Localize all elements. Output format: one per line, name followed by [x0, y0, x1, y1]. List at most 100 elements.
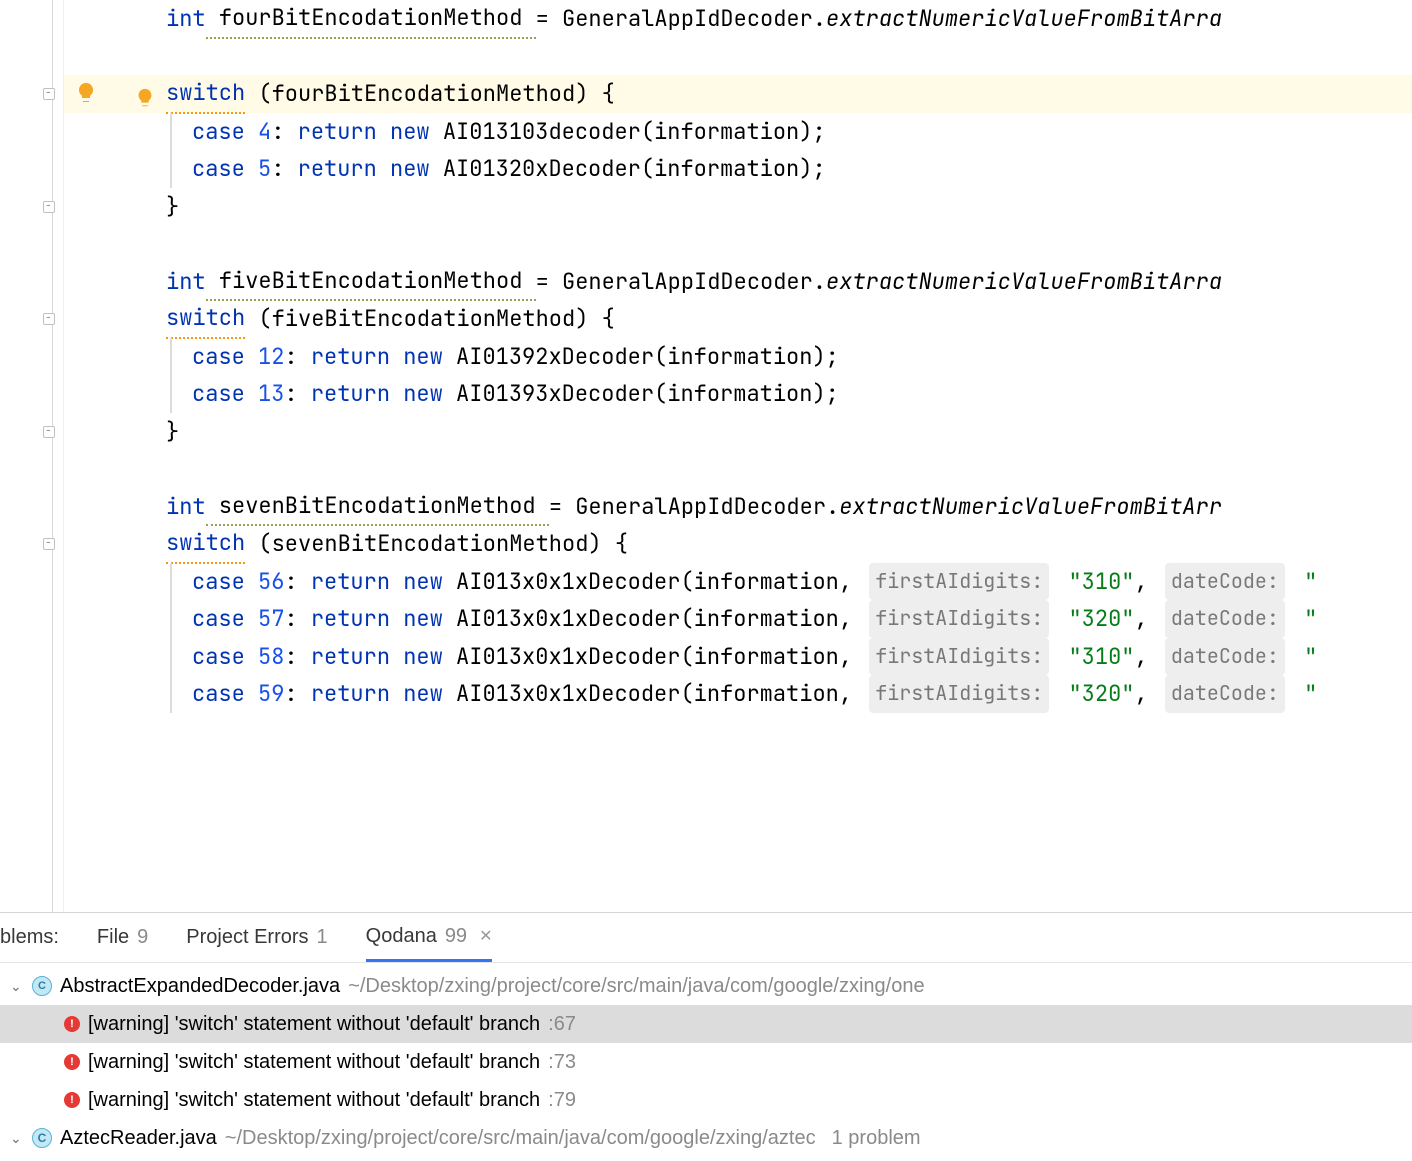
- code-line[interactable]: case 58: return new AI013x0x1xDecoder(in…: [64, 638, 1412, 676]
- code-line[interactable]: switch (sevenBitEncodationMethod) {: [64, 525, 1412, 563]
- fold-toggle-icon[interactable]: [40, 310, 58, 328]
- tab-label: Project Errors: [186, 926, 308, 949]
- code-editor[interactable]: int fourBitEncodationMethod = GeneralApp…: [0, 0, 1412, 912]
- chevron-down-icon[interactable]: ⌄: [10, 1130, 24, 1147]
- problems-panel: blems: File9Project Errors1Qodana99✕ ⌄CA…: [0, 912, 1412, 1161]
- code-token: fourBitEncodationMethod: [272, 75, 576, 113]
- code-line[interactable]: [64, 38, 1412, 76]
- code-line[interactable]: case 13: return new AI01393xDecoder(info…: [64, 375, 1412, 413]
- problems-tab-file[interactable]: File 9: [97, 913, 148, 962]
- code-token: AI01393xDecoder: [443, 375, 654, 413]
- java-class-icon: C: [32, 976, 52, 996]
- problems-tab-project-errors[interactable]: Project Errors1: [186, 913, 327, 962]
- tab-label: File: [97, 926, 129, 949]
- code-token: return: [311, 638, 390, 676]
- code-token: return: [298, 113, 377, 151]
- problems-warning-row[interactable]: ! [warning] 'switch' statement without 'd…: [0, 1081, 1412, 1119]
- code-line[interactable]: int fiveBitEncodationMethod = GeneralApp…: [64, 263, 1412, 301]
- warning-text: [warning] 'switch' statement without 'de…: [88, 1089, 540, 1112]
- problems-file-row[interactable]: ⌄CAbstractExpandedDecoder.java ~/Desktop…: [0, 967, 1412, 1005]
- code-line[interactable]: case 5: return new AI01320xDecoder(infor…: [64, 150, 1412, 188]
- code-token: case: [192, 600, 245, 638]
- code-token: 5: [245, 150, 271, 188]
- code-token: [390, 600, 403, 638]
- warning-line-number: :67: [548, 1013, 576, 1036]
- code-line[interactable]: [64, 225, 1412, 263]
- code-token: .: [826, 488, 839, 526]
- code-token: "310": [1055, 563, 1134, 601]
- code-token: ": [1291, 638, 1317, 676]
- fold-toggle-icon[interactable]: [40, 85, 58, 103]
- code-token: 58: [245, 638, 285, 676]
- code-line[interactable]: int sevenBitEncodationMethod = GeneralAp…: [64, 488, 1412, 526]
- code-token: =: [536, 263, 562, 301]
- code-token: return: [311, 675, 390, 713]
- code-token: :: [284, 600, 310, 638]
- code-token: :: [271, 113, 297, 151]
- file-problem-count: 1 problem: [832, 1127, 921, 1150]
- code-token: new: [403, 338, 443, 376]
- code-token: GeneralAppIdDecoder: [575, 488, 826, 526]
- code-token: "310": [1055, 638, 1134, 676]
- code-token: [390, 638, 403, 676]
- intention-bulb-icon[interactable]: [74, 81, 98, 110]
- code-token: fiveBitEncodationMethod: [272, 300, 576, 338]
- code-line[interactable]: }: [64, 188, 1412, 226]
- code-line[interactable]: switch (fourBitEncodationMethod) {: [64, 75, 1412, 113]
- code-token: case: [192, 338, 245, 376]
- code-token: ) {: [575, 300, 615, 338]
- code-line[interactable]: case 56: return new AI013x0x1xDecoder(in…: [64, 563, 1412, 601]
- chevron-down-icon[interactable]: ⌄: [10, 978, 24, 995]
- code-token: new: [403, 375, 443, 413]
- code-token: return: [311, 600, 390, 638]
- code-area[interactable]: int fourBitEncodationMethod = GeneralApp…: [64, 0, 1412, 912]
- parameter-hint: firstAIdigits:: [869, 675, 1049, 713]
- code-token: =: [549, 488, 575, 526]
- problems-tree[interactable]: ⌄CAbstractExpandedDecoder.java ~/Desktop…: [0, 963, 1412, 1161]
- code-token: case: [192, 150, 245, 188]
- code-token: (information);: [641, 150, 826, 188]
- fold-end-icon[interactable]: [40, 423, 58, 441]
- code-line[interactable]: case 4: return new AI013103decoder(infor…: [64, 113, 1412, 151]
- problems-warning-row[interactable]: ![warning] 'switch' statement without 'd…: [0, 1043, 1412, 1081]
- code-token: return: [311, 563, 390, 601]
- code-token: "320": [1055, 675, 1134, 713]
- problems-warning-row[interactable]: ![warning] 'switch' statement without 'd…: [0, 1005, 1412, 1043]
- code-token: AI013x0x1xDecoder: [443, 563, 681, 601]
- code-line[interactable]: int fourBitEncodationMethod = GeneralApp…: [64, 0, 1412, 38]
- error-icon: !: [64, 1092, 80, 1108]
- parameter-hint: dateCode:: [1165, 638, 1285, 676]
- fold-end-icon[interactable]: [40, 198, 58, 216]
- code-token: fiveBitEncodationMethod: [206, 262, 536, 302]
- code-token: int: [166, 488, 206, 526]
- code-line[interactable]: }: [64, 413, 1412, 451]
- code-token: :: [284, 338, 310, 376]
- code-token: GeneralAppIdDecoder: [562, 263, 813, 301]
- code-token: new: [390, 150, 430, 188]
- tab-label: Qodana: [366, 925, 437, 948]
- parameter-hint: dateCode:: [1165, 675, 1285, 713]
- code-token: 4: [245, 113, 271, 151]
- code-token: int: [166, 263, 206, 301]
- code-token: return: [311, 375, 390, 413]
- tab-count: 9: [137, 926, 148, 949]
- problems-tabs: blems: File9Project Errors1Qodana99✕: [0, 913, 1412, 963]
- parameter-hint: firstAIdigits:: [869, 563, 1049, 601]
- problems-tab-qodana[interactable]: Qodana99✕: [366, 913, 493, 962]
- code-token: switch: [166, 524, 245, 564]
- code-token: :: [271, 150, 297, 188]
- code-line[interactable]: case 12: return new AI01392xDecoder(info…: [64, 338, 1412, 376]
- code-token: 13: [245, 375, 285, 413]
- file-name: AztecReader.java: [60, 1127, 217, 1150]
- code-token: extractNumericValueFromBitArr: [839, 488, 1222, 526]
- code-token: AI013x0x1xDecoder: [443, 600, 681, 638]
- code-token: case: [192, 563, 245, 601]
- problems-file-row[interactable]: ⌄CAztecReader.java ~/Desktop/zxing/proje…: [0, 1119, 1412, 1157]
- close-icon[interactable]: ✕: [479, 926, 492, 946]
- error-icon: !: [64, 1016, 80, 1032]
- code-line[interactable]: switch (fiveBitEncodationMethod) {: [64, 300, 1412, 338]
- fold-toggle-icon[interactable]: [40, 535, 58, 553]
- code-line[interactable]: case 57: return new AI013x0x1xDecoder(in…: [64, 600, 1412, 638]
- code-line[interactable]: case 59: return new AI013x0x1xDecoder(in…: [64, 675, 1412, 713]
- code-line[interactable]: [64, 450, 1412, 488]
